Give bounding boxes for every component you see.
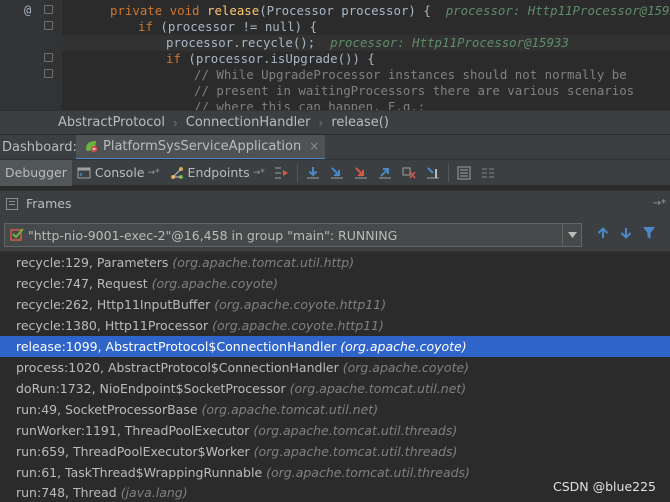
- close-icon[interactable]: ×: [309, 139, 319, 153]
- step-out-icon[interactable]: [373, 162, 397, 184]
- thread-selector-row: "http-nio-9001-exec-2"@16,458 in group "…: [0, 216, 670, 252]
- inline-debug-value: processor: Http11Processor@15933: [330, 35, 569, 50]
- breadcrumb-item[interactable]: release(): [331, 115, 389, 130]
- tab-endpoints[interactable]: Endpoints →*: [165, 160, 270, 186]
- tab-label: PlatformSysServiceApplication: [103, 138, 302, 154]
- arrow-down-icon[interactable]: [619, 226, 633, 243]
- tab-label: Endpoints: [187, 165, 250, 180]
- drop-frame-icon[interactable]: [397, 162, 421, 184]
- fold-icon[interactable]: [44, 53, 53, 62]
- code-line: if (processor != null) {: [138, 19, 318, 34]
- code-area[interactable]: private void release(Processor processor…: [62, 0, 670, 110]
- breadcrumb-item[interactable]: ConnectionHandler: [186, 115, 311, 130]
- spring-boot-run-icon: [84, 139, 98, 153]
- frame-item-selected[interactable]: release:1099, AbstractProtocol$Connectio…: [0, 336, 670, 357]
- frame-item[interactable]: doRun:1732, NioEndpoint$SocketProcessor …: [0, 378, 670, 399]
- editor-gutter: @: [0, 0, 62, 110]
- thread-dropdown-value: "http-nio-9001-exec-2"@16,458 in group "…: [28, 227, 398, 243]
- dashboard-bar: Dashboard: PlatformSysServiceApplication…: [0, 134, 670, 160]
- trace-current-stream-icon[interactable]: [476, 162, 500, 184]
- breadcrumb: AbstractProtocol › ConnectionHandler › r…: [0, 110, 670, 134]
- code-line: private void release(Processor processor…: [62, 3, 670, 19]
- step-into-icon[interactable]: [325, 162, 349, 184]
- chevron-right-icon: ›: [172, 115, 178, 130]
- code-comment: // present in waitingProcessors there ar…: [194, 83, 635, 98]
- tab-console[interactable]: Console →*: [72, 160, 165, 186]
- toolbar-divider: [296, 163, 298, 182]
- tab-label: Debugger: [5, 165, 67, 180]
- pin-icon[interactable]: →*: [148, 168, 160, 178]
- frame-item[interactable]: recycle:1380, Http11Processor (org.apach…: [0, 315, 670, 336]
- frame-item[interactable]: run:49, SocketProcessorBase (org.apache.…: [0, 399, 670, 420]
- debugger-toolbar: Debugger Console →* Endpoints →*: [0, 159, 670, 186]
- tab-label: Console: [94, 165, 145, 180]
- thread-running-icon: [10, 228, 24, 242]
- frames-panel-header: Frames →*: [0, 190, 670, 216]
- override-marker-icon[interactable]: @: [24, 3, 31, 17]
- tab-debugger[interactable]: Debugger: [0, 159, 72, 186]
- frames-icon: [6, 197, 18, 210]
- fold-icon[interactable]: [44, 5, 53, 14]
- tab-platform-sys-service-application[interactable]: PlatformSysServiceApplication ×: [76, 134, 326, 160]
- frame-item[interactable]: recycle:129, Parameters (org.apache.tomc…: [0, 252, 670, 273]
- endpoints-icon: [170, 166, 184, 180]
- force-step-into-icon[interactable]: [349, 162, 373, 184]
- dashboard-label: Dashboard:: [2, 139, 77, 155]
- toolbar-divider: [447, 163, 449, 182]
- pin-icon[interactable]: →*: [653, 198, 666, 209]
- inline-debug-value: processor: Http11Processor@15933: [445, 3, 670, 18]
- filter-icon[interactable]: [642, 226, 656, 243]
- current-execution-line: processor.recycle(); processor: Http11Pr…: [62, 35, 670, 51]
- code-line: if (processor.isUpgrade()) {: [166, 51, 375, 66]
- thread-dropdown[interactable]: "http-nio-9001-exec-2"@16,458 in group "…: [4, 223, 582, 247]
- console-icon: [77, 166, 91, 180]
- show-execution-point-icon[interactable]: [270, 162, 294, 184]
- frame-item[interactable]: runWorker:1191, ThreadPoolExecutor (org.…: [0, 420, 670, 441]
- arrow-up-icon[interactable]: [596, 226, 610, 243]
- breadcrumb-item[interactable]: AbstractProtocol: [58, 115, 165, 130]
- frame-item[interactable]: recycle:747, Request (org.apache.coyote): [0, 273, 670, 294]
- run-to-cursor-icon[interactable]: [421, 162, 445, 184]
- evaluate-expression-icon[interactable]: [452, 162, 476, 184]
- step-over-icon[interactable]: [301, 162, 325, 184]
- fold-icon[interactable]: [44, 21, 53, 30]
- pin-icon[interactable]: →*: [253, 168, 265, 178]
- code-editor[interactable]: @ private void release(Processor process…: [0, 0, 670, 110]
- chevron-right-icon: ›: [318, 115, 324, 130]
- frame-item[interactable]: recycle:262, Http11InputBuffer (org.apac…: [0, 294, 670, 315]
- frame-item[interactable]: run:659, ThreadPoolExecutor$Worker (org.…: [0, 441, 670, 462]
- frame-item[interactable]: process:1020, AbstractProtocol$Connectio…: [0, 357, 670, 378]
- code-comment: // While UpgradeProcessor instances shou…: [194, 67, 627, 82]
- chevron-down-icon[interactable]: [562, 224, 581, 246]
- frames-list[interactable]: recycle:129, Parameters (org.apache.tomc…: [0, 252, 670, 502]
- code-comment: // where this can happen. E.g.:: [194, 99, 426, 110]
- fold-icon[interactable]: [44, 69, 53, 78]
- frames-title: Frames: [26, 196, 72, 211]
- watermark: CSDN @blue225: [553, 479, 656, 494]
